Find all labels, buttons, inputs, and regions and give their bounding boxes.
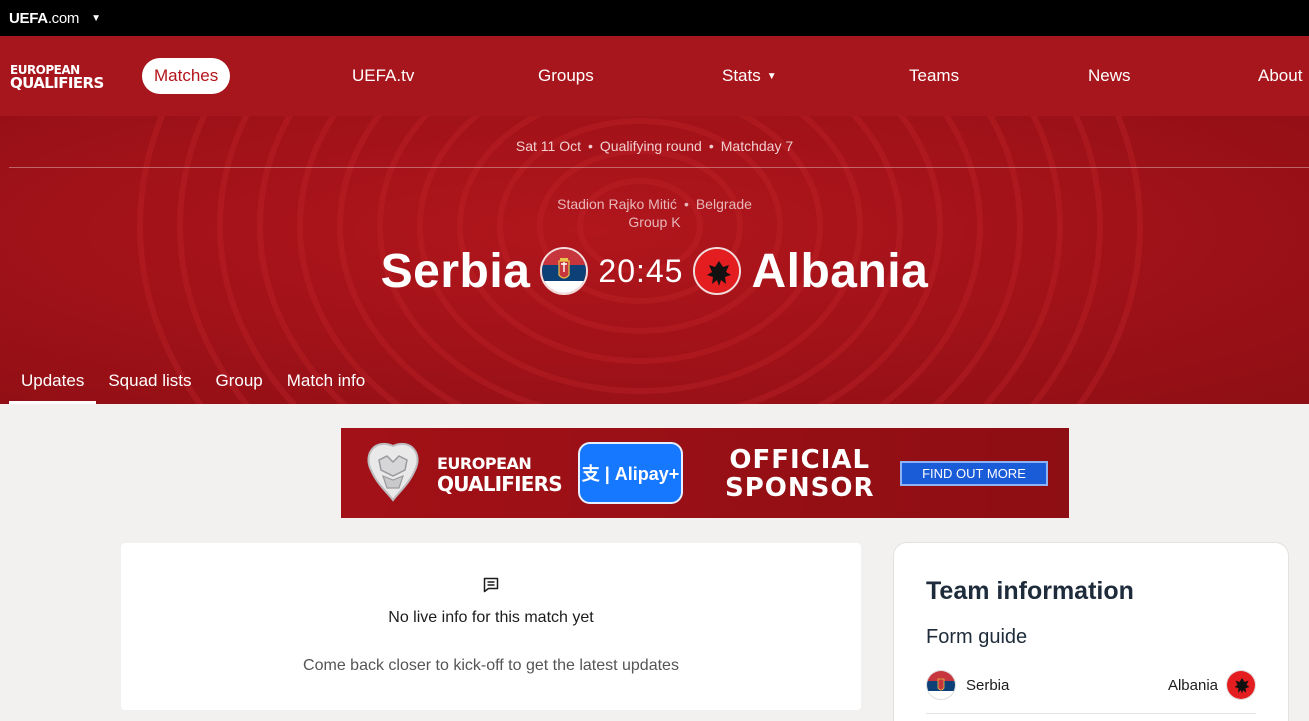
- nav-matches[interactable]: Matches: [142, 58, 231, 94]
- match-round: Qualifying round: [599, 138, 702, 154]
- tab-squad-lists[interactable]: Squad lists: [96, 364, 203, 404]
- matchup: Serbia 20:45 Albania: [0, 240, 1309, 302]
- european-qualifiers-logo[interactable]: EUROPEAN QUALIFIERS: [10, 64, 104, 91]
- tab-updates[interactable]: Updates: [9, 364, 97, 404]
- form-guide-teams: Serbia Albania: [926, 669, 1256, 701]
- form-guide-heading: Form guide: [926, 626, 1028, 648]
- separator-dot: •: [587, 138, 593, 154]
- nav-groups[interactable]: Groups: [538, 58, 594, 94]
- uefa-com-brand[interactable]: UEFA.com: [9, 10, 79, 27]
- chevron-down-icon: ▼: [766, 71, 777, 82]
- no-live-info-subtitle: Come back closer to kick-off to get the …: [303, 657, 679, 674]
- alipay-logo: 支 | Alipay+: [578, 442, 683, 504]
- group-label: Group K: [628, 214, 681, 230]
- matchday: Matchday 7: [720, 138, 794, 154]
- match-meta: Sat 11 Oct • Qualifying round • Matchday 7: [0, 138, 1309, 154]
- nav-uefa-tv[interactable]: UEFA.tv: [352, 58, 414, 94]
- top-bar: UEFA.com ▼: [0, 0, 1309, 36]
- away-team-name[interactable]: Albania: [751, 244, 928, 299]
- away-team-label[interactable]: Albania: [1168, 677, 1218, 694]
- ad-brand: EUROPEAN QUALIFIERS: [437, 454, 563, 496]
- team-information-card: Team information Form guide Serbia Alban…: [893, 542, 1289, 721]
- nav-stats[interactable]: Stats ▼: [722, 58, 777, 94]
- nav-about[interactable]: About: [1258, 58, 1302, 94]
- live-updates-card: No live info for this match yet Come bac…: [121, 543, 861, 710]
- team-information-heading: Team information: [926, 577, 1134, 605]
- home-team-label[interactable]: Serbia: [966, 677, 1009, 694]
- brand-dropdown-icon[interactable]: ▼: [91, 13, 101, 24]
- separator-dot: •: [708, 138, 714, 154]
- stadium-name: Stadion Rajko Mitić: [557, 196, 677, 212]
- divider: [9, 167, 1309, 168]
- match-date: Sat 11 Oct: [515, 138, 581, 154]
- sponsor-banner[interactable]: EUROPEAN QUALIFIERS 支 | Alipay+ OFFICIAL…: [341, 428, 1069, 518]
- find-out-more-button[interactable]: FIND OUT MORE: [900, 461, 1048, 486]
- serbia-flag-icon: [926, 670, 956, 700]
- tab-group[interactable]: Group: [204, 364, 275, 404]
- tab-match-info[interactable]: Match info: [275, 364, 377, 404]
- home-team-name[interactable]: Serbia: [381, 244, 531, 299]
- serbia-flag-icon[interactable]: [540, 247, 589, 295]
- chat-icon: [483, 577, 499, 593]
- nav-news[interactable]: News: [1088, 58, 1131, 94]
- qualifiers-trophy-icon: [367, 443, 419, 502]
- separator-dot: •: [683, 196, 689, 212]
- official-sponsor-text: OFFICIAL SPONSOR: [725, 445, 875, 503]
- no-live-info-title: No live info for this match yet: [388, 609, 594, 626]
- kickoff-time: 20:45: [598, 252, 684, 289]
- venue: Stadion Rajko Mitić • Belgrade: [0, 196, 1309, 212]
- match-header: Sat 11 Oct • Qualifying round • Matchday 7 S…: [0, 116, 1309, 404]
- nav-stats-label: Stats: [722, 66, 761, 85]
- divider: [926, 713, 1256, 714]
- main-navigation: EUROPEAN QUALIFIERS Matches UEFA.tv Grou…: [0, 36, 1309, 116]
- city-name: Belgrade: [695, 196, 752, 212]
- albania-flag-icon: [1226, 670, 1256, 700]
- nav-teams[interactable]: Teams: [909, 58, 959, 94]
- albania-flag-icon[interactable]: [693, 247, 742, 295]
- match-subnav: Updates Squad lists Group Match info: [9, 364, 377, 404]
